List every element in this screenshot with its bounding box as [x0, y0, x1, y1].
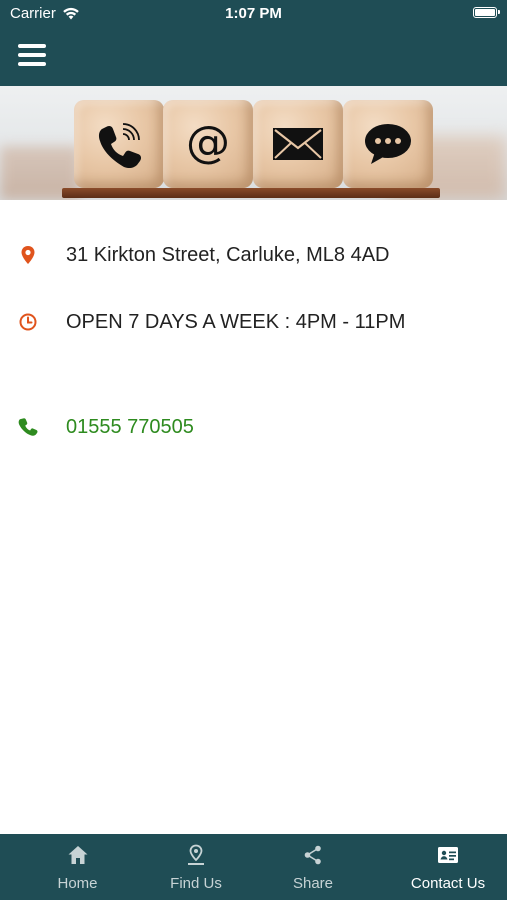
tab-share-label: Share	[292, 875, 334, 892]
clock-icon	[19, 313, 37, 331]
tab-share[interactable]: Share	[237, 834, 389, 900]
hours-row: OPEN 7 DAYS A WEEK : 4PM - 11PM	[0, 302, 507, 342]
envelope-cube	[253, 100, 343, 188]
contact-card-icon	[438, 847, 458, 863]
tab-find-us-label: Find Us	[170, 875, 222, 892]
phone-icon	[98, 123, 142, 169]
address-text: 31 Kirkton Street, Carluke, ML8 4AD	[66, 244, 390, 266]
chat-cube	[343, 100, 433, 188]
clock: 1:07 PM	[225, 5, 282, 22]
location-pin-icon	[21, 246, 35, 264]
at-sign-icon: @	[186, 117, 230, 168]
tab-contact-us-label: Contact Us	[410, 875, 486, 892]
battery-icon	[473, 7, 500, 18]
hero-banner: @	[0, 86, 507, 200]
home-icon	[68, 846, 87, 864]
phone-cube	[74, 100, 164, 188]
tab-contact-us[interactable]: Contact Us	[389, 834, 507, 900]
status-bar: Carrier 1:07 PM	[0, 0, 507, 28]
share-icon	[304, 845, 321, 865]
chat-bubble-icon	[365, 124, 411, 164]
address-row: 31 Kirkton Street, Carluke, ML8 4AD	[0, 235, 507, 275]
svg-text:@: @	[186, 117, 230, 168]
wooden-plank	[62, 188, 440, 198]
envelope-icon	[273, 128, 323, 160]
hamburger-menu-icon[interactable]	[18, 44, 46, 68]
phone-row[interactable]: 01555 770505	[0, 407, 507, 447]
phone-icon	[18, 418, 38, 436]
phone-number-link[interactable]: 01555 770505	[66, 416, 194, 439]
bottom-tab-bar: Home Find Us Share Contact Us	[0, 834, 507, 900]
tab-home-label: Home	[57, 875, 98, 892]
app-bar	[0, 28, 507, 86]
at-sign-cube: @	[163, 100, 253, 188]
map-pin-icon	[188, 844, 204, 865]
tab-home[interactable]: Home	[0, 834, 155, 900]
hours-text: OPEN 7 DAYS A WEEK : 4PM - 11PM	[66, 311, 406, 333]
tab-find-us[interactable]: Find Us	[155, 834, 237, 900]
